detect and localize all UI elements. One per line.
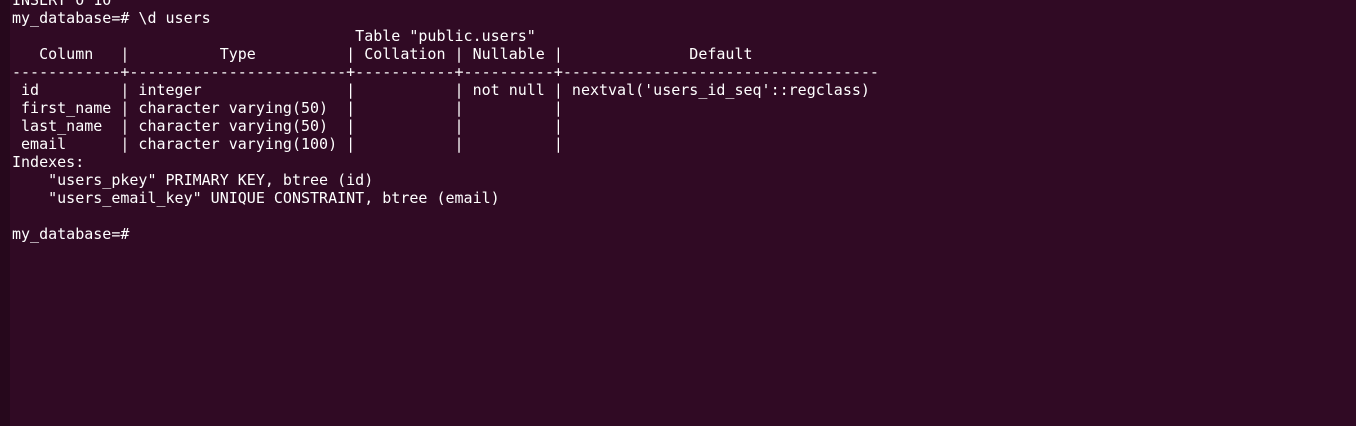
indexes-heading: Indexes: xyxy=(12,153,85,171)
table-row: id | integer | | not null | nextval('use… xyxy=(12,81,870,99)
table-separator: ------------+------------------------+--… xyxy=(12,63,879,81)
table-title: Table "public.users" xyxy=(12,27,536,45)
terminal-prompt[interactable]: my_database=# xyxy=(12,225,1356,243)
terminal-output[interactable]: INSERT 0 10 my_database=# \d users Table… xyxy=(12,0,1356,426)
prompt-text: my_database=# xyxy=(12,225,130,243)
window-left-border xyxy=(0,0,10,426)
table-row: first_name | character varying(50) | | | xyxy=(12,99,563,117)
terminal-line-insert-result: INSERT 0 10 xyxy=(12,0,112,9)
table-header: Column | Type | Collation | Nullable | D… xyxy=(12,45,753,63)
terminal-line-command: my_database=# \d users xyxy=(12,9,211,27)
index-entry: "users_email_key" UNIQUE CONSTRAINT, btr… xyxy=(12,189,500,207)
terminal-window[interactable]: INSERT 0 10 my_database=# \d users Table… xyxy=(0,0,1356,426)
table-row: email | character varying(100) | | | xyxy=(12,135,563,153)
index-entry: "users_pkey" PRIMARY KEY, btree (id) xyxy=(12,171,374,189)
table-row: last_name | character varying(50) | | | xyxy=(12,117,563,135)
